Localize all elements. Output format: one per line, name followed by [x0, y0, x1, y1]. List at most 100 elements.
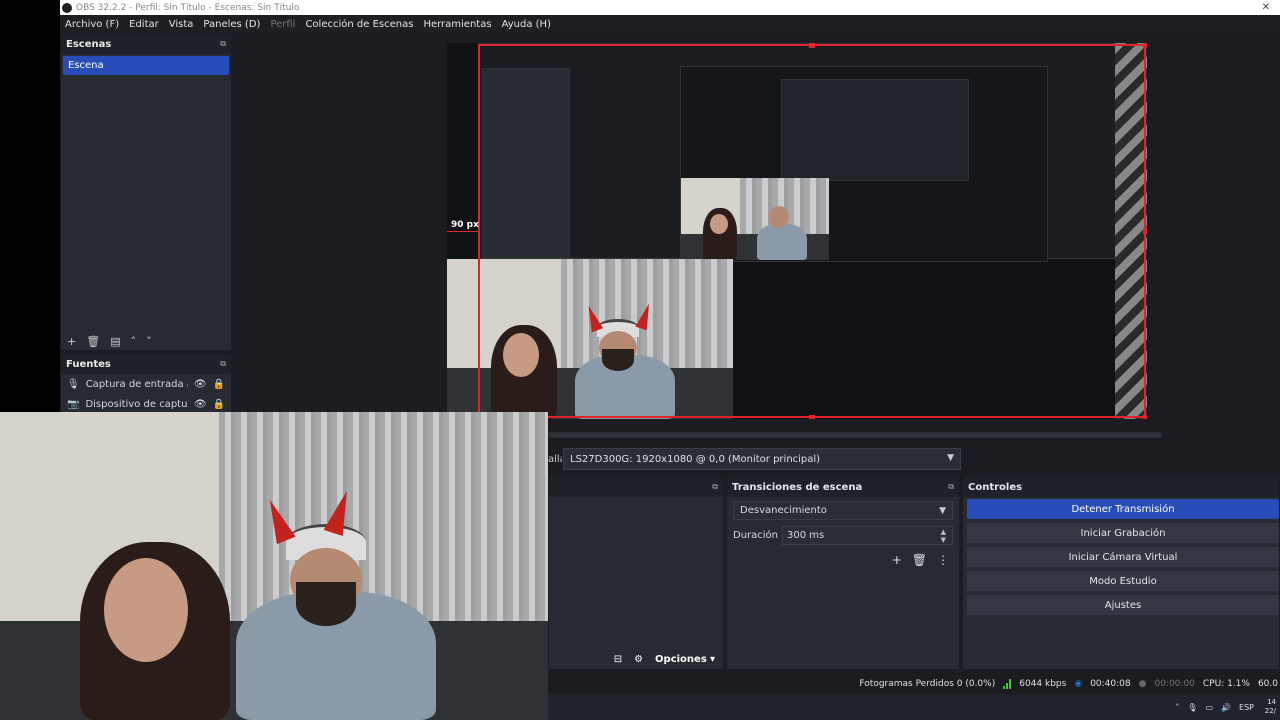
- display-label: alla: [548, 453, 562, 465]
- source-label: Dispositivo de captura de vi: [85, 398, 188, 410]
- language-indicator[interactable]: ESP: [1239, 703, 1254, 712]
- record-time: 00:00:00: [1154, 679, 1195, 689]
- status-bar: Fotogramas Perdidos 0 (0.0%) 6044 kbps ◉…: [548, 674, 1280, 694]
- stream-time: 00:40:08: [1090, 679, 1131, 689]
- resize-handle[interactable]: [809, 43, 815, 48]
- resize-handle[interactable]: [809, 415, 815, 419]
- remove-transition-icon[interactable]: 🗑: [912, 553, 927, 567]
- sources-title: Fuentes: [66, 358, 111, 370]
- menu-editar[interactable]: Editar: [124, 19, 164, 30]
- window-title: OBS 32.2.2 - Perfil: Sin Título - Escena…: [76, 2, 300, 13]
- mixer-dock-title: ⧉: [549, 477, 723, 497]
- obs-logo-icon: [62, 2, 72, 13]
- audio-mixer-dock: ⧉ ⊟ ⚙ Opciones ▾: [548, 476, 724, 670]
- webcam-overlay: [0, 412, 548, 720]
- controls-dock-title: Controles: [963, 477, 1279, 497]
- settings-gear-icon[interactable]: ⚙: [634, 654, 643, 665]
- volume-icon[interactable]: 🔊: [1221, 703, 1231, 712]
- scene-item[interactable]: Escena: [63, 56, 229, 75]
- sources-dock: Fuentes ⧉ 🎙 Captura de entrada audio 👁 🔒…: [60, 353, 232, 413]
- menu-vista[interactable]: Vista: [164, 19, 199, 30]
- add-transition-icon[interactable]: +: [892, 553, 902, 567]
- remove-scene-icon[interactable]: 🗑: [86, 335, 100, 348]
- chevron-down-icon: ▼: [947, 453, 954, 463]
- bitrate-value: 6044 kbps: [1019, 679, 1067, 689]
- sources-dock-title: Fuentes ⧉: [61, 354, 231, 374]
- studio-mode-button[interactable]: Modo Estudio: [967, 571, 1279, 591]
- dock-float-icon[interactable]: ⧉: [948, 482, 954, 492]
- source-item[interactable]: 🎙 Captura de entrada audio 👁 🔒: [61, 374, 231, 394]
- network-icon[interactable]: ▭: [1206, 703, 1214, 712]
- menu-perfil: Perfil: [270, 18, 296, 30]
- visibility-eye-icon[interactable]: 👁: [194, 399, 207, 410]
- scenes-title: Escenas: [66, 38, 112, 50]
- spin-arrows-icon[interactable]: ▲ ▼: [941, 528, 946, 544]
- record-icon: ●: [1138, 679, 1147, 689]
- settings-button[interactable]: Ajustes: [967, 595, 1279, 615]
- crop-distance-label: 90 px: [451, 220, 479, 230]
- nested-capture-3: [781, 79, 969, 181]
- move-down-icon[interactable]: ˅: [146, 335, 152, 348]
- stop-streaming-button[interactable]: Detener Transmisión: [967, 499, 1279, 519]
- lock-icon[interactable]: 🔒: [213, 399, 225, 410]
- visibility-eye-icon[interactable]: 👁: [194, 379, 207, 390]
- clock-time: 14: [1267, 698, 1276, 706]
- menu-bar: Archivo (F) Editar Vista Paneles (D) Per…: [60, 15, 1280, 33]
- transition-select[interactable]: Desvanecimiento ▼: [733, 501, 953, 520]
- camera-icon: 📷: [67, 398, 80, 410]
- os-taskbar: ˄ 🎙 ▭ 🔊 ESP 14 22/: [548, 694, 1280, 720]
- add-scene-icon[interactable]: +: [67, 335, 76, 348]
- move-up-icon[interactable]: ˄: [131, 335, 137, 348]
- filters-icon[interactable]: ▤: [110, 335, 120, 348]
- signal-strength-icon: [1003, 679, 1012, 689]
- fps-value: 60.0: [1257, 679, 1278, 689]
- monitor-select[interactable]: LS27D300G: 1920x1080 @ 0,0 (Monitor prin…: [563, 448, 961, 470]
- microphone-tray-icon[interactable]: 🎙: [1187, 703, 1197, 712]
- transitions-dock: Transiciones de escena ⧉ Desvanecimiento…: [726, 476, 960, 670]
- resize-handle[interactable]: [1143, 415, 1147, 419]
- transition-value: Desvanecimiento: [740, 505, 827, 516]
- system-clock[interactable]: 14 22/: [1262, 698, 1276, 716]
- menu-herramientas[interactable]: Herramientas: [418, 19, 496, 30]
- nested-webcam-small: [681, 178, 829, 260]
- start-virtual-camera-button[interactable]: Iniciar Cámara Virtual: [967, 547, 1279, 567]
- window-close-icon[interactable]: ✕: [1262, 2, 1270, 13]
- clock-date: 22/: [1264, 707, 1276, 715]
- mixer-toolbar: ⊟ ⚙ Opciones ▾: [549, 649, 723, 669]
- live-stream-icon: ◉: [1074, 679, 1083, 689]
- scenes-dock-title: Escenas ⧉: [61, 34, 231, 54]
- transition-actions: + 🗑 ⋮: [727, 545, 959, 567]
- more-options-icon[interactable]: ⋮: [937, 553, 949, 567]
- crop-guide-line: [447, 231, 478, 232]
- dock-float-icon[interactable]: ⧉: [712, 482, 718, 492]
- layout-icon[interactable]: ⊟: [614, 654, 622, 665]
- scenes-dock: Escenas ⧉ Escena + 🗑 ▤ ˄ ˅: [60, 33, 232, 351]
- microphone-icon: 🎙: [67, 378, 80, 390]
- scenes-toolbar: + 🗑 ▤ ˄ ˅: [61, 332, 231, 350]
- preview-canvas[interactable]: 90 px: [447, 43, 1147, 419]
- start-recording-button[interactable]: Iniciar Grabación: [967, 523, 1279, 543]
- duration-value: 300 ms: [787, 530, 825, 541]
- source-item[interactable]: 📷 Dispositivo de captura de vi 👁 🔒: [61, 394, 231, 414]
- duration-row: Duración 300 ms ▲ ▼: [733, 526, 953, 545]
- options-button[interactable]: Opciones ▾: [655, 654, 715, 665]
- dock-float-icon[interactable]: ⧉: [220, 359, 226, 369]
- resize-handle[interactable]: [1143, 43, 1147, 48]
- menu-archivo[interactable]: Archivo (F): [60, 19, 124, 30]
- cpu-usage: CPU: 1.1%: [1202, 679, 1250, 689]
- menu-coleccion-escenas[interactable]: Colección de Escenas: [300, 19, 418, 30]
- menu-paneles[interactable]: Paneles (D): [198, 19, 265, 30]
- duration-input[interactable]: 300 ms ▲ ▼: [782, 526, 953, 545]
- tray-chevron-up-icon[interactable]: ˄: [1175, 703, 1179, 712]
- monitor-value: LS27D300G: 1920x1080 @ 0,0 (Monitor prin…: [570, 453, 821, 465]
- options-label: Opciones: [655, 653, 707, 665]
- webcam-preview[interactable]: [447, 259, 733, 419]
- resize-handle[interactable]: [1143, 228, 1147, 234]
- menu-ayuda[interactable]: Ayuda (H): [497, 19, 556, 30]
- preview-scrollbar[interactable]: [548, 432, 1162, 438]
- lock-icon[interactable]: 🔒: [213, 379, 225, 390]
- dock-float-icon[interactable]: ⧉: [220, 39, 226, 49]
- window-titlebar: OBS 32.2.2 - Perfil: Sin Título - Escena…: [60, 0, 1280, 15]
- controls-dock: Controles Detener Transmisión Iniciar Gr…: [962, 476, 1280, 670]
- dropped-frames: Fotogramas Perdidos 0 (0.0%): [859, 679, 996, 689]
